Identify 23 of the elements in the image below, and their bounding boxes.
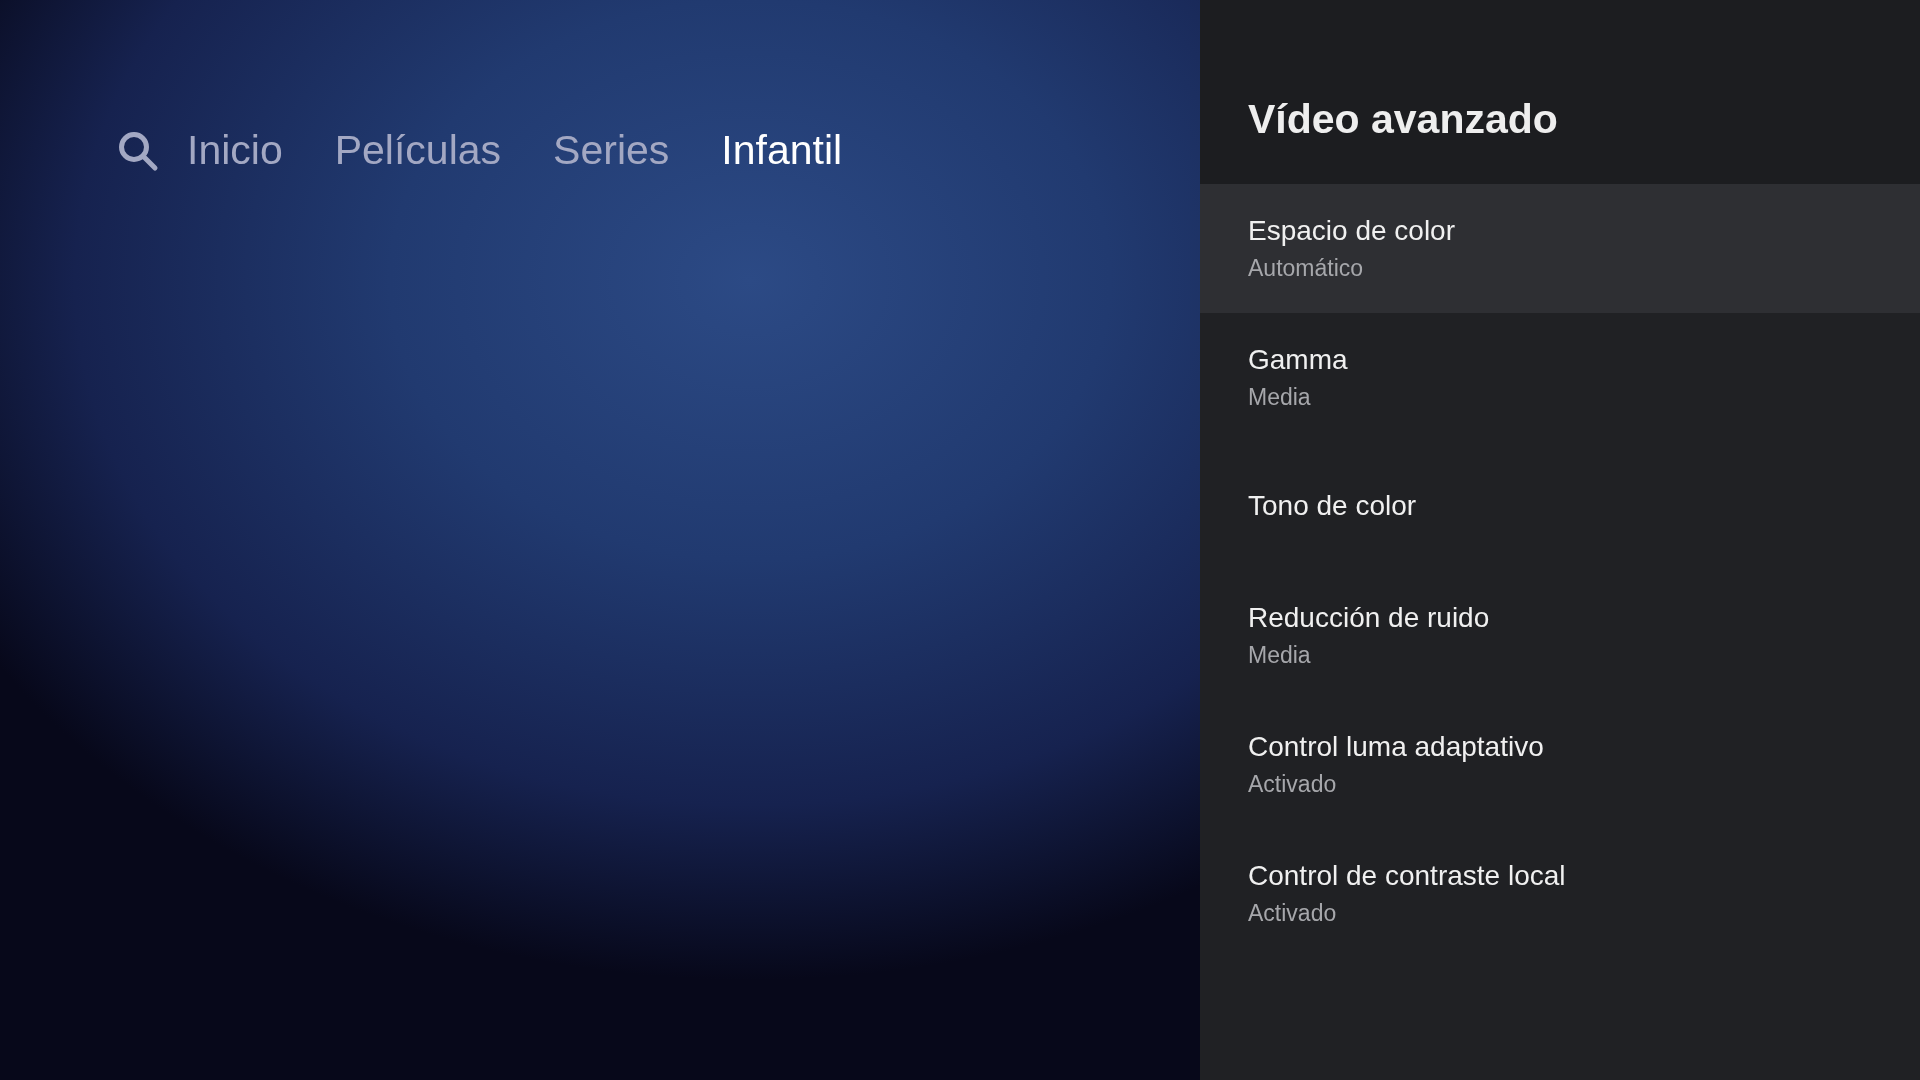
- item-value: Activado: [1248, 769, 1338, 799]
- item-title: Gamma: [1248, 343, 1349, 378]
- nav-tab[interactable]: Infantil: [721, 128, 843, 174]
- item-value: Automático: [1248, 253, 1365, 283]
- settings-item[interactable]: Espacio de color Automático: [1200, 184, 1920, 313]
- search-icon[interactable]: [117, 129, 159, 172]
- item-title: Espacio de color: [1248, 214, 1456, 249]
- settings-item[interactable]: Reducción de ruido Media: [1200, 571, 1920, 700]
- item-title: Control luma adaptativo: [1248, 730, 1545, 765]
- settings-item[interactable]: Tono de color: [1200, 442, 1920, 571]
- item-value: Activado: [1248, 898, 1338, 928]
- nav-tab[interactable]: Películas: [334, 128, 502, 174]
- nav-tab[interactable]: Inicio: [187, 128, 283, 174]
- panel-title: Vídeo avanzado: [1248, 95, 1558, 145]
- item-value: Media: [1248, 640, 1312, 670]
- settings-item[interactable]: Gamma Media: [1200, 313, 1920, 442]
- settings-item[interactable]: Control luma adaptativo Activado: [1200, 700, 1920, 829]
- item-title: Reducción de ruido: [1248, 601, 1491, 636]
- nav-tab[interactable]: Series: [553, 128, 670, 174]
- settings-item[interactable]: Control de contraste local Activado: [1200, 829, 1920, 958]
- item-title: Tono de color: [1248, 489, 1418, 524]
- item-value: Media: [1248, 382, 1312, 412]
- item-title: Control de contraste local: [1248, 859, 1567, 894]
